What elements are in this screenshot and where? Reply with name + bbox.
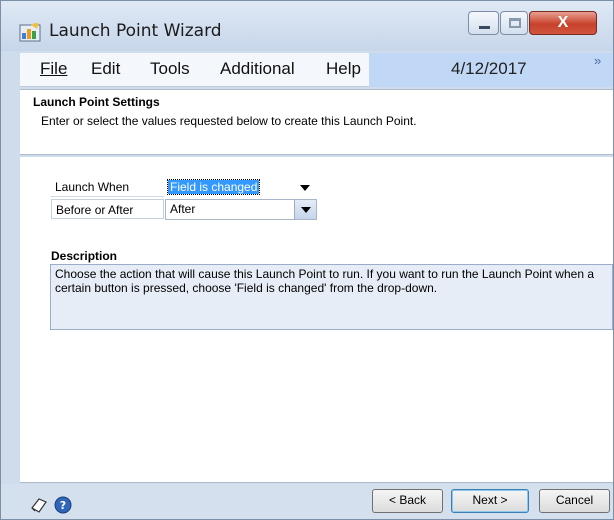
before-after-label: Before or After [51, 199, 164, 219]
launch-when-label: Launch When [51, 177, 164, 197]
maximize-button[interactable] [500, 11, 528, 35]
before-after-value: After [170, 202, 196, 216]
menu-additional[interactable]: Additional [220, 59, 295, 79]
chevron-down-icon[interactable] [294, 200, 316, 219]
footer-bar: ? < Back Next > Cancel [1, 484, 613, 519]
launch-when-value: Field is changed [166, 179, 261, 195]
chevron-right-double-icon[interactable]: » [594, 53, 601, 68]
chevron-down-icon[interactable] [294, 178, 316, 197]
wizard-window: Launch Point Wizard X File Edit Tools Ad… [0, 0, 614, 520]
menu-edit-label: Edit [91, 59, 121, 78]
menu-file-label: File [40, 59, 68, 78]
note-icon[interactable] [30, 496, 48, 514]
header-panel: Launch Point Settings Enter or select th… [20, 89, 613, 155]
description-text: Choose the action that will cause this L… [50, 264, 613, 330]
description-heading: Description [51, 249, 118, 263]
settings-panel: Launch When Field is changed Before or A… [20, 157, 613, 483]
menu-bar: File Edit Tools Additional Help 4/12/201… [20, 53, 613, 87]
maximize-icon [509, 18, 521, 28]
menu-help-label: Help [326, 59, 361, 78]
menu-tools-label: Tools [150, 59, 190, 78]
menu-help[interactable]: Help [326, 59, 361, 79]
before-after-dropdown[interactable]: After [165, 199, 317, 220]
menu-additional-label: Additional [220, 59, 295, 78]
launch-when-dropdown[interactable]: Field is changed [165, 177, 317, 198]
help-icon[interactable]: ? [54, 496, 72, 514]
minimize-button[interactable] [468, 11, 499, 35]
close-icon: X [557, 14, 569, 31]
minimize-icon [479, 26, 490, 29]
page-instructions: Enter or select the values requested bel… [41, 114, 417, 128]
menu-file[interactable]: File [40, 59, 67, 79]
menu-edit[interactable]: Edit [91, 59, 120, 79]
page-title: Launch Point Settings [33, 95, 160, 109]
user-date[interactable]: 4/12/2017 [451, 59, 527, 79]
next-button[interactable]: Next > [451, 489, 529, 513]
back-button[interactable]: < Back [372, 489, 443, 513]
svg-text:?: ? [60, 499, 66, 512]
cancel-button[interactable]: Cancel [539, 489, 610, 513]
title-bar[interactable]: Launch Point Wizard X [1, 1, 613, 51]
menu-tools[interactable]: Tools [150, 59, 190, 79]
close-button[interactable]: X [529, 11, 597, 35]
launch-point-app-icon [19, 23, 41, 42]
window-title: Launch Point Wizard [49, 21, 222, 41]
